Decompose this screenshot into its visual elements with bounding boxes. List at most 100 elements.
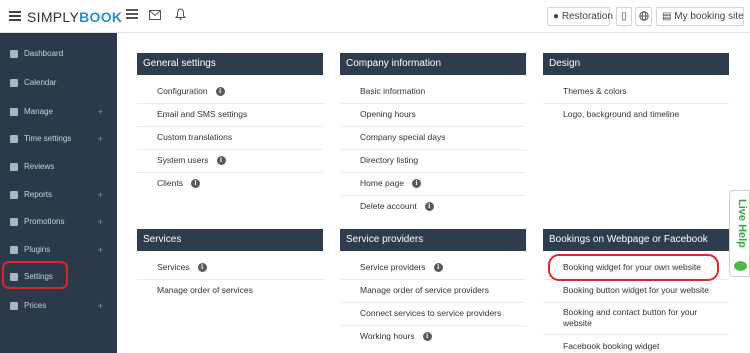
link-opening-hours[interactable]: Opening hours [360, 109, 416, 119]
panel-header-design: Design [543, 53, 729, 75]
expand-icon: + [97, 301, 103, 311]
divider [340, 302, 526, 303]
list-icon[interactable] [123, 8, 141, 24]
info-icon[interactable]: i [433, 263, 443, 273]
user-icon: ● [553, 11, 560, 22]
expand-icon: + [97, 217, 103, 227]
link-working-hours[interactable]: Working hours i [360, 331, 432, 342]
link-clients[interactable]: Clients i [157, 178, 200, 189]
link-label: Clients [157, 178, 183, 188]
link-system-users[interactable]: System users i [157, 155, 226, 166]
divider [137, 279, 323, 280]
link-label: Configuration [157, 86, 208, 96]
divider [340, 195, 526, 196]
link-facebook-booking-widget[interactable]: Facebook booking widget [563, 341, 659, 351]
sidebar-item-label: Plugins [24, 245, 51, 254]
clock-icon [10, 135, 18, 143]
sidebar-item-label: Prices [24, 301, 47, 310]
sidebar-item-plugins[interactable]: Plugins + [0, 240, 117, 260]
brand-prefix: SIMPLY [27, 9, 80, 25]
top-bar: SIMPLYBOOK ● Restoration ▾ ▯ ▤ My bookin… [0, 0, 750, 33]
link-logo-background-timeline[interactable]: Logo, background and timeline [563, 109, 679, 119]
panel-header-company-information: Company information [340, 53, 526, 75]
divider [340, 103, 526, 104]
booking-widget-highlight-annotation [548, 254, 719, 281]
sidebar-item-time-settings[interactable]: Time settings + [0, 129, 117, 149]
link-manage-order-services[interactable]: Manage order of services [157, 285, 253, 295]
link-delete-account[interactable]: Delete account i [360, 201, 434, 212]
link-directory-listing[interactable]: Directory listing [360, 155, 418, 165]
chat-bubble-icon [734, 261, 747, 271]
link-configuration[interactable]: Configuration i [157, 86, 225, 97]
my-booking-site-button[interactable]: ▤ My booking site [656, 7, 744, 26]
link-label: Home page [360, 178, 404, 188]
panel-header-general-settings: General settings [137, 53, 323, 75]
link-basic-information[interactable]: Basic information [360, 86, 425, 96]
calendar-icon [10, 79, 18, 87]
info-icon[interactable]: i [190, 179, 200, 189]
brand-logo[interactable]: SIMPLYBOOK [27, 9, 122, 25]
sidebar-item-reports[interactable]: Reports + [0, 185, 117, 205]
link-label: Service providers [360, 262, 426, 272]
company-name: Restoration [561, 11, 613, 22]
link-label: Working hours [360, 331, 415, 341]
expand-icon: + [97, 107, 103, 117]
info-icon[interactable]: i [422, 332, 432, 342]
sidebar-item-label: Calendar [24, 78, 57, 87]
sidebar-item-dashboard[interactable]: Dashboard [0, 44, 117, 64]
bell-icon[interactable] [171, 8, 189, 24]
comments-icon [10, 163, 18, 171]
sidebar-item-label: Manage [24, 107, 53, 116]
link-label: Services [157, 262, 190, 272]
sidebar-item-calendar[interactable]: Calendar [0, 73, 117, 93]
link-booking-contact-button-cont[interactable]: website [563, 318, 592, 328]
link-label: System users [157, 155, 209, 165]
divider [340, 279, 526, 280]
info-icon[interactable]: i [216, 156, 226, 166]
link-company-special-days[interactable]: Company special days [360, 132, 446, 142]
sidebar-item-label: Reviews [24, 162, 55, 171]
globe-icon[interactable] [635, 7, 652, 26]
divider [543, 302, 729, 303]
calendar-icon: ▤ [662, 11, 672, 22]
divider [543, 103, 729, 104]
sidebar-item-reviews[interactable]: Reviews [0, 157, 117, 177]
sidebar-item-label: Time settings [24, 134, 72, 143]
panel-header-services: Services [137, 229, 323, 251]
link-booking-button-widget[interactable]: Booking button widget for your website [563, 285, 709, 295]
live-help-tab[interactable]: Live Help [729, 190, 750, 277]
link-label: Delete account [360, 201, 417, 211]
info-icon[interactable]: i [197, 263, 207, 273]
link-service-providers[interactable]: Service providers i [360, 262, 443, 273]
info-icon[interactable]: i [215, 87, 225, 97]
info-icon[interactable]: i [411, 179, 421, 189]
bullhorn-icon [10, 218, 18, 226]
sidebar-item-prices[interactable]: Prices + [0, 296, 117, 316]
divider [340, 126, 526, 127]
plug-icon [10, 246, 18, 254]
dashboard-icon [10, 50, 18, 58]
link-themes-colors[interactable]: Themes & colors [563, 86, 627, 96]
sidebar-item-label: Dashboard [24, 49, 64, 58]
sidebar-item-promotions[interactable]: Promotions + [0, 212, 117, 232]
link-custom-translations[interactable]: Custom translations [157, 132, 232, 142]
settings-highlight-annotation [2, 261, 68, 289]
link-connect-services-providers[interactable]: Connect services to service providers [360, 308, 501, 318]
mail-icon[interactable] [146, 8, 164, 24]
brand-suffix: BOOK [79, 9, 123, 25]
mobile-icon[interactable]: ▯ [616, 7, 632, 26]
link-email-sms-settings[interactable]: Email and SMS settings [157, 109, 247, 119]
main-content [117, 33, 750, 353]
sidebar-item-manage[interactable]: Manage + [0, 102, 117, 122]
divider [340, 149, 526, 150]
info-icon[interactable]: i [424, 202, 434, 212]
link-booking-contact-button[interactable]: Booking and contact button for your [563, 307, 697, 317]
divider [137, 103, 323, 104]
link-manage-order-service-providers[interactable]: Manage order of service providers [360, 285, 489, 295]
expand-icon: + [97, 134, 103, 144]
link-home-page[interactable]: Home page i [360, 178, 421, 189]
menu-icon[interactable] [9, 11, 21, 21]
link-services[interactable]: Services i [157, 262, 207, 273]
company-select-button[interactable]: ● Restoration ▾ [547, 7, 619, 26]
money-icon [10, 302, 18, 310]
